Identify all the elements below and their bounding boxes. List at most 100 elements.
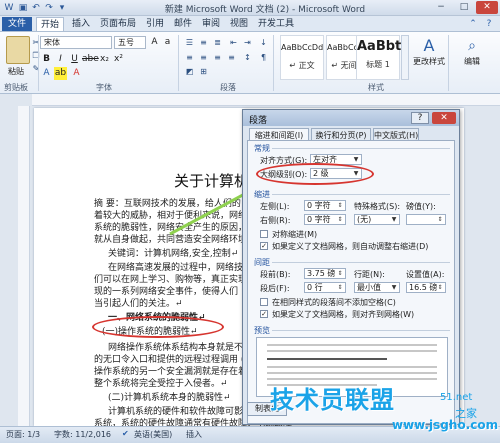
font-name-select[interactable]: 宋体 — [40, 36, 112, 49]
page-count[interactable]: 页面: 1/3 — [6, 429, 40, 440]
numbering-icon[interactable]: ≡ — [197, 37, 210, 49]
spacing-after-input[interactable]: 0 行 ⇕ — [304, 282, 346, 293]
align-center-icon[interactable]: ≡ — [197, 52, 210, 64]
snap-to-grid-checkbox[interactable]: ✓ — [260, 310, 268, 318]
tab-references[interactable]: 引用 — [142, 17, 168, 31]
increase-indent-icon[interactable]: ⇥ — [241, 37, 254, 49]
spinner-icon: ⇕ — [337, 202, 343, 209]
right-indent-label: 右侧(R): — [260, 216, 291, 225]
editing-label: 编辑 — [464, 57, 480, 66]
tab-file[interactable]: 文件 — [2, 17, 32, 31]
preview-line — [267, 350, 437, 352]
maximize-button[interactable]: □ — [453, 1, 475, 14]
align-left-icon[interactable]: ≡ — [183, 52, 196, 64]
style-gallery-scroll[interactable] — [401, 35, 409, 80]
borders-icon[interactable]: ⊞ — [197, 66, 210, 78]
left-indent-label: 左侧(L): — [260, 202, 290, 211]
styles-group-label: 样式 — [368, 83, 384, 92]
indent-by-input[interactable]: ⇕ — [406, 214, 446, 225]
underline-icon[interactable]: U — [68, 53, 81, 66]
minimize-button[interactable]: − — [430, 1, 452, 14]
style-normal[interactable]: AaBbCcDd ↵ 正文 — [280, 35, 324, 80]
paste-button-label[interactable]: 粘贴 — [8, 66, 24, 77]
ribbon-minimize-icon[interactable]: ⌃ — [466, 17, 480, 31]
strikethrough-icon[interactable]: abe — [82, 53, 99, 66]
grow-font-icon[interactable]: A — [148, 36, 161, 49]
multilevel-list-icon[interactable]: ≣ — [211, 37, 224, 49]
subscript-icon[interactable]: x₂ — [98, 53, 111, 66]
font-size-select[interactable]: 五号 — [114, 36, 146, 49]
redo-icon[interactable]: ↷ — [43, 2, 55, 14]
sort-icon[interactable]: ↓ — [257, 37, 270, 49]
tab-insert[interactable]: 插入 — [68, 17, 94, 31]
special-indent-select[interactable]: (无) ▼ — [354, 214, 400, 225]
tab-mailings[interactable]: 邮件 — [170, 17, 196, 31]
preview-section-label: 预览 — [254, 326, 270, 335]
tab-home[interactable]: 开始 — [36, 17, 64, 31]
style-name: ↵ 正文 — [289, 61, 315, 70]
style-sample: AaBbt — [357, 39, 402, 54]
editing-button[interactable]: ⌕ 编辑 — [452, 34, 492, 79]
style-heading-1[interactable]: AaBbt 标题 1 — [356, 35, 402, 80]
line-spacing-icon[interactable]: ↕ — [241, 52, 254, 64]
vertical-ruler[interactable] — [18, 106, 30, 426]
save-icon[interactable]: ▣ — [17, 2, 29, 14]
watermark-home: 之家 — [455, 407, 477, 420]
undo-icon[interactable]: ↶ — [30, 2, 42, 14]
outline-annotation-circle — [256, 163, 374, 185]
line-spacing-select[interactable]: 最小值 ▼ — [354, 282, 400, 293]
italic-icon[interactable]: I — [54, 53, 67, 66]
help-icon[interactable]: ? — [482, 17, 496, 31]
general-section-label: 常规 — [254, 144, 270, 153]
dialog-title: 段落 — [249, 116, 268, 126]
insert-mode[interactable]: 插入 — [186, 429, 202, 440]
dialog-close-button[interactable]: ✕ — [432, 112, 456, 124]
clipboard-group-label: 剪贴板 — [4, 83, 28, 92]
group-separator — [38, 35, 39, 91]
right-indent-input[interactable]: 0 字符 ⇕ — [304, 214, 346, 225]
qat-dropdown-icon[interactable]: ▾ — [56, 2, 68, 14]
word-app-icon[interactable]: W — [3, 2, 15, 14]
tab-page-layout[interactable]: 页面布局 — [96, 17, 140, 31]
dialog-help-button[interactable]: ? — [411, 112, 429, 124]
text-effects-icon[interactable]: A — [40, 67, 53, 80]
highlight-icon[interactable]: ab — [54, 67, 67, 80]
right-indent-value: 0 字符 — [307, 215, 331, 224]
heading-annotation-circle — [92, 316, 224, 338]
tab-developer[interactable]: 开发工具 — [256, 17, 296, 31]
spinner-icon: ⇕ — [437, 284, 443, 291]
special-indent-value: (无) — [357, 215, 372, 224]
mirror-indents-checkbox[interactable] — [260, 230, 268, 238]
bold-icon[interactable]: B — [40, 53, 53, 66]
paste-icon[interactable] — [6, 36, 30, 64]
no-space-same-style-checkbox[interactable] — [260, 298, 268, 306]
left-indent-input[interactable]: 0 字符 ⇕ — [304, 200, 346, 211]
change-style-button[interactable]: A 更改样式 — [413, 34, 445, 79]
group-separator — [448, 35, 449, 91]
style-sample: AaBbCcDd — [281, 43, 324, 52]
align-right-icon[interactable]: ≡ — [211, 52, 224, 64]
spacing-at-value: 16.5 磅 — [409, 283, 438, 292]
justify-icon[interactable]: ≡ — [225, 52, 238, 64]
spacing-before-input[interactable]: 3.75 磅 ⇕ — [304, 268, 346, 279]
shading-icon[interactable]: ◩ — [183, 66, 196, 78]
close-window-button[interactable]: ✕ — [476, 1, 498, 14]
paragraph-dialog[interactable]: 段落 ? ✕ 缩进和间距(I) 换行和分页(P) 中文版式(H) 常规 对齐方式… — [242, 109, 460, 425]
preview-line — [267, 372, 437, 374]
tab-review[interactable]: 审阅 — [198, 17, 224, 31]
proofing-icon[interactable]: ✔ — [122, 429, 129, 438]
superscript-icon[interactable]: x² — [112, 53, 125, 66]
decrease-indent-icon[interactable]: ⇤ — [227, 37, 240, 49]
style-name: 标题 1 — [366, 60, 390, 69]
auto-adjust-indent-checkbox[interactable]: ✓ — [260, 242, 268, 250]
spacing-at-input[interactable]: 16.5 磅 ⇕ — [406, 282, 446, 293]
bullets-icon[interactable]: ☰ — [183, 37, 196, 49]
horizontal-ruler[interactable] — [32, 94, 500, 106]
show-marks-icon[interactable]: ¶ — [257, 52, 270, 64]
tab-view[interactable]: 视图 — [226, 17, 252, 31]
indent-by-label: 磅值(Y): — [406, 202, 436, 211]
shrink-font-icon[interactable]: a — [161, 36, 174, 49]
language[interactable]: 英语(美国) — [134, 429, 172, 440]
word-count[interactable]: 字数: 11/2,016 — [54, 429, 111, 440]
font-color-icon[interactable]: A — [70, 67, 83, 80]
